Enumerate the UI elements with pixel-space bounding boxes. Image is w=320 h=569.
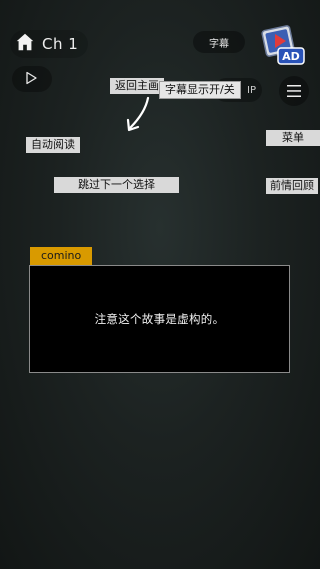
play-icon	[24, 70, 38, 89]
tooltip-recap: 前情回顾	[266, 178, 318, 194]
menu-icon	[287, 82, 301, 101]
dialogue-box[interactable]: 注意这个故事是虚构的。	[29, 265, 290, 373]
auto-play-button[interactable]	[12, 66, 52, 92]
menu-button[interactable]	[279, 76, 309, 106]
dialogue-text: 注意这个故事是虚构的。	[94, 312, 225, 326]
tooltip-return-main: 返回主画	[110, 78, 164, 94]
subtitle-button[interactable]: 字幕	[193, 31, 245, 53]
app-logo: AD	[258, 22, 308, 66]
tooltip-menu: 菜单	[266, 130, 320, 146]
logo-text: AD	[282, 50, 300, 63]
home-button[interactable]: Ch 1	[10, 30, 88, 58]
chapter-label: Ch 1	[42, 35, 79, 53]
speaker-name-tag: comino	[30, 247, 93, 265]
curved-arrow-icon	[124, 96, 154, 136]
tooltip-skip-next-choice: 跳过下一个选择	[54, 177, 179, 193]
tooltip-subtitle-toggle: 字幕显示开/关	[159, 81, 241, 99]
tooltip-auto-read: 自动阅读	[26, 137, 80, 153]
home-icon	[14, 31, 36, 57]
